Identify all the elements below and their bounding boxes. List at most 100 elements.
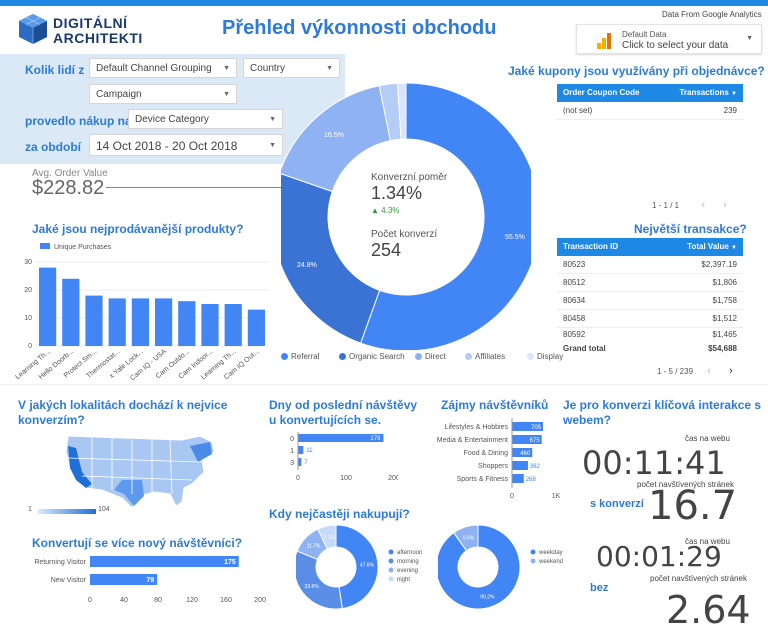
donut-legend: Referral Organic Search Direct Affiliates Di… [281,352,563,364]
x-tick-label: 0 [88,597,92,604]
filter-label-who: Kolik lidí z [25,63,85,77]
coupons-col-code[interactable]: Order Coupon Code [563,88,639,97]
prev-page-icon[interactable]: ‹ [701,199,705,211]
tx-value: $1,512 [712,314,737,323]
campaign-dropdown[interactable]: Campaign ▼ [89,84,237,104]
aov-value: $228.82 [32,177,105,199]
legend-item[interactable]: Organic Search [339,352,405,361]
converted-label: s konverzí [590,498,644,510]
transactions-col-id[interactable]: Transaction ID [563,242,618,251]
prev-page-icon[interactable]: ‹ [707,365,711,377]
legend-dot [388,549,394,555]
data-source-selector[interactable]: Default Data Click to select your data ▼ [576,24,762,54]
legend-dot [530,558,536,564]
bar-9 [247,309,265,346]
conversion-change: ▲ 4.3% [371,206,399,215]
next-page-icon[interactable]: › [723,199,727,211]
slice-label: 47.6% [360,563,375,569]
legend-dot [388,567,394,573]
nonconverted-label: bez [590,582,609,594]
grand-total-label: Grand total [563,344,606,353]
legend-label: evening [397,568,418,574]
logo-text-line2: ARCHITEKTI [53,30,143,46]
transactions-pager: 1 - 5 / 239 ‹ › [657,365,733,377]
bar-1 [298,446,304,454]
donut-label-direct: 16.5% [324,132,344,139]
data-label: 460 [520,451,531,457]
bar-0 [39,267,57,346]
legend-label: Unique Purchases [54,244,112,251]
transactions-table-header: Transaction ID Total Value ▼ [557,238,743,256]
bar-6 [178,301,196,346]
coupons-title: Jaké kupony jsou využívány při objednávc… [508,64,765,78]
country-dropdown[interactable]: Country ▼ [243,58,340,78]
coupons-table: Order Coupon Code Transactions ▼ (not se… [557,84,743,120]
table-row: 80458 $1,512 [557,310,743,328]
slice-label: 7.1% [323,535,335,541]
aov-divider [106,187,302,188]
transactions-col-value-label: Total Value [687,242,729,251]
legend-item[interactable]: Direct [415,352,446,361]
tx-id: 80458 [563,314,586,323]
filter-label-period: za období [25,140,81,154]
chevron-down-icon: ▼ [223,65,230,72]
x-tick-label: 160 [220,597,232,604]
legend-label: night [397,577,410,583]
legend-label: weekday [538,550,563,556]
logo: DIGITÁLNÍ ARCHITEKTI [18,13,148,47]
x-tick-label: 200 [388,475,398,482]
bar-1 [62,278,80,346]
data-label: 7 [304,460,308,466]
conversion-count-value: 254 [371,240,402,260]
category-label: New Visitor [51,577,87,584]
x-tick-label: 80 [154,597,162,604]
visitor-type-bar-chart: Returning Visitor 175 New Visitor 79 0 40 80 12… [34,556,266,604]
pages-nonconverted: 2.64 [666,588,751,632]
logo-cube-icon [19,14,47,44]
channel-grouping-dropdown[interactable]: Default Channel Grouping ▼ [89,58,237,78]
legend-item[interactable]: Referral [281,352,319,361]
tx-value: $1,758 [712,296,737,305]
data-label: 178 [370,436,381,442]
top-accent-bar [0,0,768,6]
pages-label-nonconverted: počet navštívených stránek [650,574,747,583]
date-range-picker[interactable]: 14 Oct 2018 - 20 Oct 2018 ▼ [89,134,283,156]
legend-label: afternoon [397,550,422,556]
bar-2 [298,458,302,466]
section-divider [0,384,768,385]
slice-label: 33.6% [305,584,320,590]
table-row: 80512 $1,806 [557,274,743,292]
us-map [65,435,215,509]
tx-id: 80523 [563,260,586,269]
map-legend-min: 1 [28,506,32,513]
days-since-bar-chart: 0 1781 113 70 100 200 [290,432,398,482]
channel-grouping-value: Default Channel Grouping [96,63,212,74]
x-tick-label: 0 [510,493,514,500]
y-tick-label: 0 [28,343,32,350]
legend-dot [281,353,288,360]
logo-text-line1: DIGITÁLNÍ [53,15,128,31]
x-tick-label: 100 [340,475,352,482]
up-arrow-icon: ▲ [371,206,382,215]
legend-dot [388,558,394,564]
week-slice-weekday [438,524,521,610]
legend-item[interactable]: Affiliates [465,352,505,361]
bar-3 [512,461,528,470]
device-category-dropdown[interactable]: Device Category ▼ [128,109,283,129]
chevron-down-icon: ▼ [326,65,333,72]
conversion-change-value: 4.3% [381,206,400,215]
conversion-count-label: Počet konverzí [371,229,438,240]
next-page-icon[interactable]: › [729,365,733,377]
legend-label: morning [397,559,419,565]
x-tick-label: 1K [552,493,560,500]
legend-label: Referral [291,352,320,361]
legend-label: weekend [538,559,563,565]
x-tick-label: 120 [186,597,198,604]
table-row: 80592 $1,465 [557,328,743,342]
transactions-title: Největší transakce? [634,222,747,236]
transactions-col-value[interactable]: Total Value ▼ [687,238,737,257]
visitors-title: Konvertují se více nový návštěvníci? [32,536,243,550]
category-label: Media & Entertainment [437,437,508,444]
bar-8 [224,304,242,346]
coupons-col-transactions[interactable]: Transactions ▼ [679,84,737,103]
